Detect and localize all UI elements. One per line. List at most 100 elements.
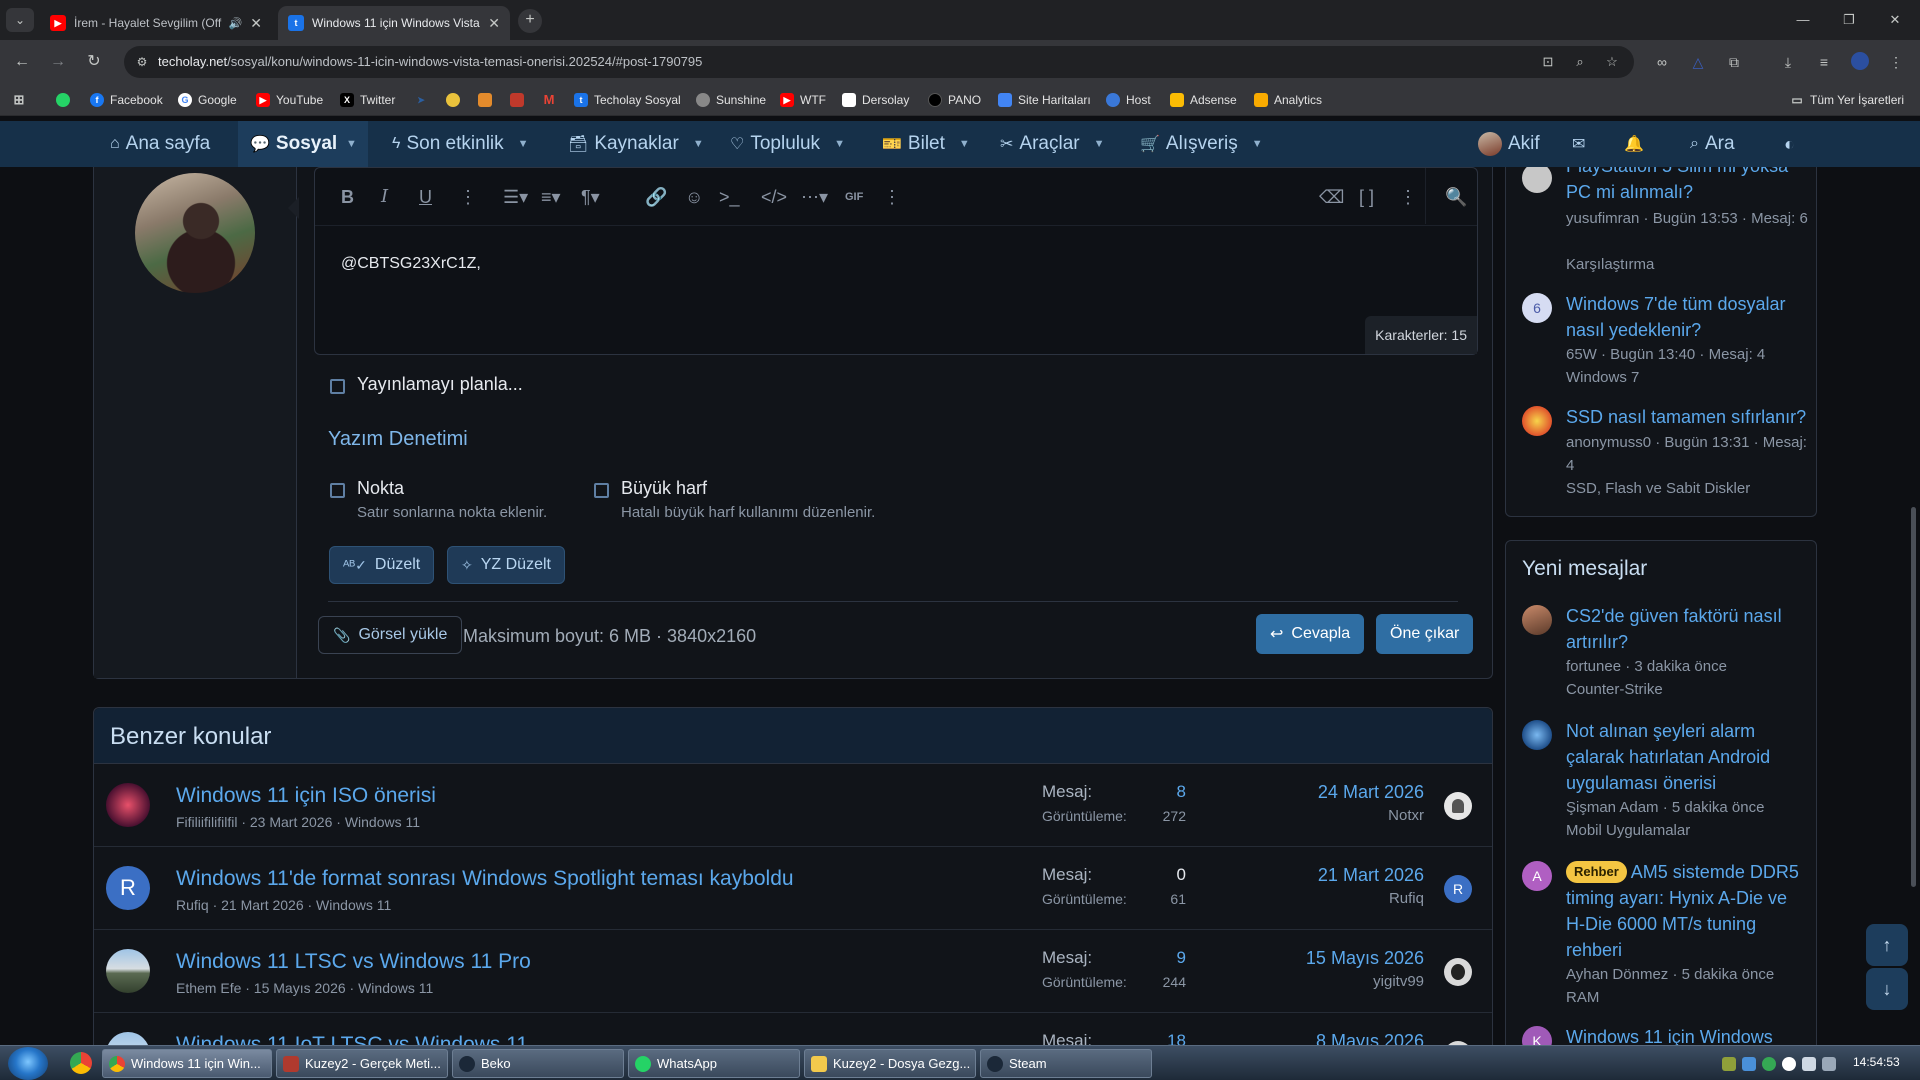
align-icon[interactable]: ≡▾	[541, 186, 561, 208]
more-options-icon[interactable]: ⋮	[883, 186, 901, 208]
link-icon[interactable]: 🔗	[645, 186, 667, 208]
network-icon[interactable]	[1822, 1057, 1836, 1071]
avatar[interactable]	[1522, 406, 1552, 436]
url-text[interactable]: techolay.net/sosyal/konu/windows-11-icin…	[158, 54, 702, 69]
bookmark-facebook[interactable]: f Facebook	[90, 91, 163, 109]
back-arrow-icon[interactable]: ←	[10, 50, 34, 74]
code-icon[interactable]: </>	[761, 186, 787, 208]
bookmark-dersolay[interactable]: Dersolay	[842, 91, 909, 109]
last-post-user[interactable]: Rufiq	[1389, 890, 1424, 907]
fix-button[interactable]: ᴬᴮ✓ Düzelt	[329, 546, 435, 584]
thread-title[interactable]: Windows 11 için ISO önerisi	[176, 784, 436, 808]
bookmark-arrow-icon[interactable]: ➤	[414, 91, 434, 109]
more-insert-icon[interactable]: ⋯▾	[801, 186, 828, 208]
browser-tab-active[interactable]: t Windows 11 için Windows Vista ✕	[278, 6, 510, 40]
avatar[interactable]	[1522, 167, 1552, 193]
thread-category[interactable]: Mobil Uygulamalar	[1566, 819, 1811, 842]
reading-list-icon[interactable]: ≡	[1814, 52, 1834, 72]
thread-row[interactable]: Windows 11 IoT LTSC vs Windows 11 Mesaj:…	[94, 1013, 1492, 1045]
avatar[interactable]	[1444, 958, 1472, 986]
speaker-icon[interactable]: 🔊	[229, 17, 243, 30]
gif-icon[interactable]: GIF	[845, 186, 863, 208]
install-app-icon[interactable]: ⊡	[1540, 54, 1556, 70]
avatar[interactable]	[1522, 605, 1552, 635]
thread-title[interactable]: Windows 11'de format sonrası Windows Spo…	[176, 867, 794, 891]
close-tab-icon[interactable]: ✕	[488, 15, 500, 32]
alerts-bell-icon[interactable]: 🔔	[1624, 121, 1644, 167]
bookmark-pano[interactable]: PANO	[928, 91, 981, 109]
list-icon[interactable]: ☰▾	[503, 186, 528, 208]
thread-title[interactable]: Windows 11 için Windows	[1566, 1024, 1811, 1045]
bookmark-twitter[interactable]: X Twitter	[340, 91, 395, 109]
nav-search[interactable]: ⌕ Ara	[1690, 121, 1735, 167]
user-avatar[interactable]	[135, 173, 255, 293]
page-scrollbar[interactable]	[1909, 167, 1917, 1045]
bookmark-techolay-sosyal[interactable]: t Techolay Sosyal	[574, 91, 681, 109]
tray-chrome-icon[interactable]	[1762, 1057, 1776, 1071]
bbcode-icon[interactable]: [ ]	[1359, 186, 1374, 208]
last-post-user[interactable]: yigitv99	[1373, 973, 1424, 990]
paragraph-icon[interactable]: ¶▾	[581, 186, 600, 208]
scroll-down-arrow-icon[interactable]: ↓	[1866, 968, 1908, 1010]
bookmark-tool-icon[interactable]	[478, 91, 498, 109]
zoom-icon[interactable]: ⌕	[1572, 54, 1588, 70]
forward-arrow-icon[interactable]: →	[46, 50, 70, 74]
social-chevron-down-icon[interactable]: ▼	[346, 121, 357, 167]
tray-app-icon[interactable]	[1722, 1057, 1736, 1071]
avatar[interactable]: A	[1522, 861, 1552, 891]
more-options-icon[interactable]: ⋮	[1399, 186, 1417, 208]
dot-label[interactable]: Nokta	[357, 478, 404, 499]
avatar[interactable]	[106, 783, 150, 827]
volume-icon[interactable]	[1802, 1057, 1816, 1071]
last-post-date[interactable]: 21 Mart 2026	[1318, 865, 1424, 886]
thread-title[interactable]: Windows 11 LTSC vs Windows 11 Pro	[176, 950, 531, 974]
last-post-date[interactable]: 8 Mayıs 2026	[1316, 1031, 1424, 1045]
nav-latest-activity[interactable]: ϟ Son etkinlik ▼	[392, 121, 529, 167]
new-posts-title[interactable]: Yeni mesajlar	[1522, 557, 1647, 581]
rich-text-editor[interactable]: B I U ⋮ ☰▾ ≡▾ ¶▾ 🔗 ☺ >_ </> ⋯▾ GIF ⋮ ⌫ […	[314, 167, 1478, 355]
thread-category[interactable]: RAM	[1566, 986, 1811, 1009]
site-info-icon[interactable]: ⚙	[134, 54, 150, 70]
gmail-icon[interactable]: M	[542, 91, 562, 109]
last-post-date[interactable]: 24 Mart 2026	[1318, 782, 1424, 803]
avatar[interactable]: R	[106, 866, 150, 910]
nav-shopping[interactable]: 🛒 Alışveriş ▼	[1140, 121, 1263, 167]
bookmark-host[interactable]: Host	[1106, 91, 1151, 109]
profile-avatar-icon[interactable]	[1850, 52, 1870, 72]
bookmark-analytics[interactable]: Analytics	[1254, 91, 1322, 109]
scroll-up-arrow-icon[interactable]: ↑	[1866, 924, 1908, 966]
bookmark-google[interactable]: G Google	[178, 91, 237, 109]
avatar[interactable]: R	[1444, 875, 1472, 903]
start-windows-icon[interactable]	[8, 1047, 48, 1080]
thread-row[interactable]: Windows 11 LTSC vs Windows 11 Pro Ethem …	[94, 930, 1492, 1013]
tray-g-icon[interactable]	[1782, 1057, 1796, 1071]
minimize-icon[interactable]: —	[1780, 8, 1826, 32]
chrome-icon[interactable]	[70, 1052, 92, 1074]
dot-checkbox[interactable]	[330, 483, 345, 498]
all-bookmarks[interactable]: ▭ Tüm Yer İşaretleri	[1790, 91, 1904, 109]
last-post-user[interactable]: Notxr	[1388, 807, 1424, 824]
messages-count[interactable]: 9	[1177, 948, 1186, 968]
caps-checkbox[interactable]	[594, 483, 609, 498]
ai-fix-button[interactable]: ✧ YZ Düzelt	[447, 546, 565, 584]
thread-title[interactable]: Windows 7'de tüm dosyalar nasıl yedeklen…	[1566, 291, 1811, 343]
bookmark-adsense[interactable]: Adsense	[1170, 91, 1237, 109]
italic-icon[interactable]: I	[381, 186, 388, 208]
thread-title[interactable]: CS2'de güven faktörü nasıl artırılır?	[1566, 603, 1811, 655]
downloads-icon[interactable]: ⤓	[1778, 52, 1798, 72]
emoji-icon[interactable]: ☺	[685, 186, 703, 208]
scrollbar-thumb[interactable]	[1911, 507, 1916, 887]
thread-category[interactable]: Karşılaştırma	[1566, 253, 1811, 276]
taskbar-item-whatsapp[interactable]: WhatsApp	[628, 1049, 800, 1078]
thread-title[interactable]: Windows 11 IoT LTSC vs Windows 11	[176, 1033, 528, 1045]
messages-count[interactable]: 18	[1167, 1031, 1186, 1045]
messages-count[interactable]: 8	[1177, 782, 1186, 802]
reload-icon[interactable]: ↻	[82, 50, 106, 74]
thread-row[interactable]: Windows 11 için ISO önerisi Fifiliifilif…	[94, 764, 1492, 847]
close-window-icon[interactable]: ✕	[1872, 8, 1918, 32]
schedule-checkbox[interactable]	[330, 379, 345, 394]
nav-user-menu[interactable]: Akif	[1478, 121, 1540, 167]
caps-label[interactable]: Büyük harf	[621, 478, 707, 499]
taskbar-item-explorer[interactable]: Kuzey2 - Dosya Gezg...	[804, 1049, 976, 1078]
whatsapp-bookmark-icon[interactable]	[56, 91, 76, 109]
